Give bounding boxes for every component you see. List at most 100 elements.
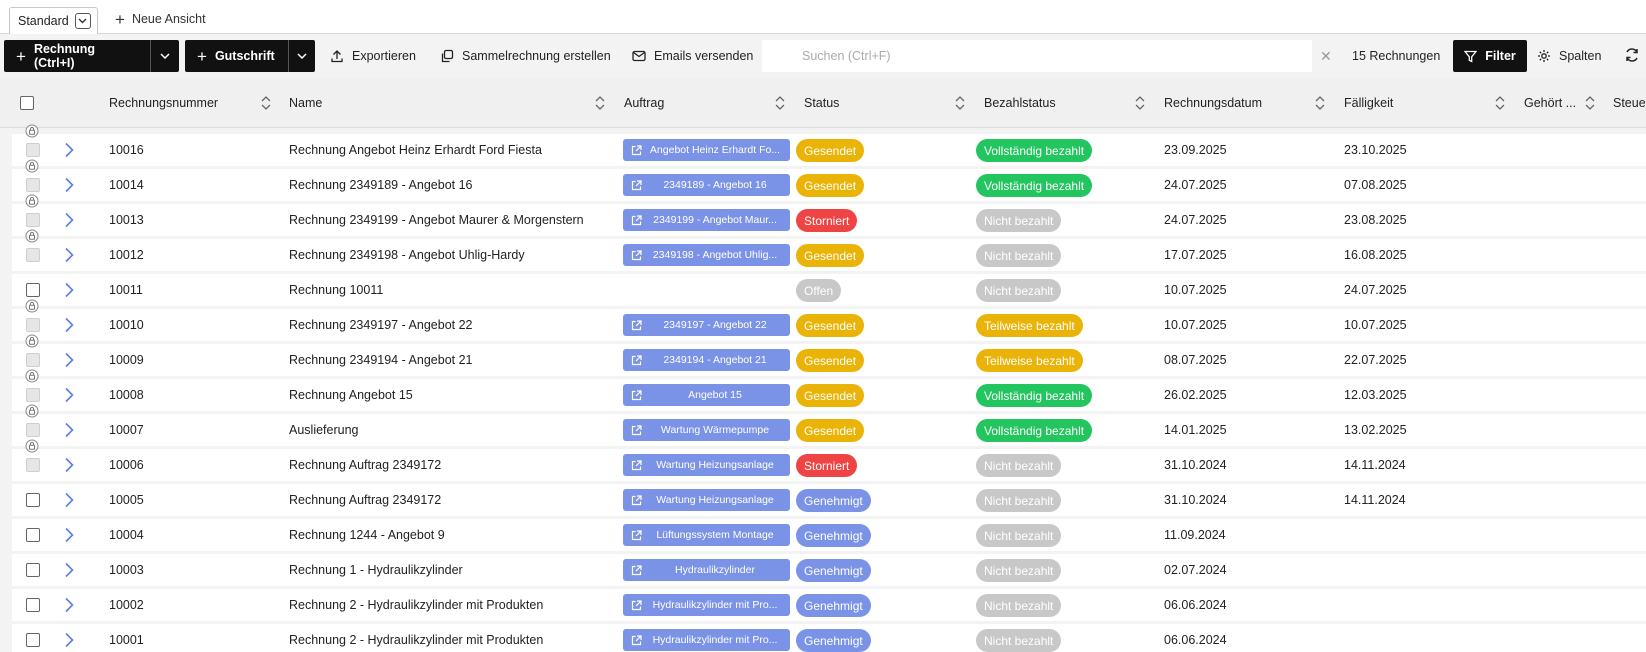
filter-label: Filter xyxy=(1485,49,1516,63)
col-date-header[interactable]: Rechnungsdatum xyxy=(1164,78,1262,128)
table-row[interactable]: 10014 Rechnung 2349189 - Angebot 16 234918… xyxy=(12,169,1646,201)
refresh-icon[interactable] xyxy=(1624,47,1640,63)
sort-icon[interactable] xyxy=(775,95,785,111)
order-link-label: 2349198 - Angebot Uhlig... xyxy=(652,249,778,261)
new-invoice-button[interactable]: + Rechnung (Ctrl+I) xyxy=(4,40,150,72)
order-link[interactable]: 2349199 - Angebot Maur... xyxy=(623,209,790,231)
chevron-right-icon[interactable] xyxy=(64,527,74,543)
table-row[interactable]: 10016 Rechnung Angebot Heinz Erhardt Ford… xyxy=(12,134,1646,166)
invoice-date: 02.07.2024 xyxy=(1164,563,1227,577)
table-row[interactable]: 10010 Rechnung 2349197 - Angebot 22 234919… xyxy=(12,309,1646,341)
upload-icon xyxy=(331,50,343,63)
send-emails-button[interactable]: Emails versenden xyxy=(622,40,763,72)
row-checkbox[interactable] xyxy=(26,598,40,612)
chevron-right-icon[interactable] xyxy=(64,562,74,578)
order-link[interactable]: 2349194 - Angebot 21 xyxy=(623,349,790,371)
col-due-header[interactable]: Fälligkeit xyxy=(1344,78,1393,128)
table-row[interactable]: 10001 Rechnung 2 - Hydraulikzylinder mit … xyxy=(12,624,1646,652)
row-checkbox[interactable] xyxy=(26,633,40,647)
columns-label: Spalten xyxy=(1559,49,1602,63)
order-link[interactable]: Lüftungssystem Montage xyxy=(623,524,790,546)
chevron-down-icon xyxy=(160,53,170,59)
chevron-right-icon[interactable] xyxy=(64,282,74,298)
col-status-header[interactable]: Status xyxy=(804,78,839,128)
tab-standard-label: Standard xyxy=(18,14,69,28)
chevron-right-icon[interactable] xyxy=(64,457,74,473)
export-button[interactable]: Exportieren xyxy=(320,40,426,72)
credit-note-dropdown[interactable] xyxy=(287,40,315,72)
row-checkbox[interactable] xyxy=(26,528,40,542)
col-owner-header[interactable]: Gehört ... xyxy=(1524,78,1576,128)
order-link[interactable]: Hydraulikzylinder mit Pro... xyxy=(623,594,790,616)
order-link[interactable]: Wartung Heizungsanlage xyxy=(623,489,790,511)
order-link[interactable]: 2349197 - Angebot 22 xyxy=(623,314,790,336)
table-row[interactable]: 10003 Rechnung 1 - Hydraulikzylinder Hydra… xyxy=(12,554,1646,586)
chevron-right-icon[interactable] xyxy=(64,177,74,193)
collective-invoice-button[interactable]: Sammelrechnung erstellen xyxy=(430,40,621,72)
invoice-date: 26.02.2025 xyxy=(1164,388,1227,402)
sort-icon[interactable] xyxy=(261,95,271,111)
credit-note-button[interactable]: + Gutschrift xyxy=(185,40,288,72)
table-row[interactable]: 10007 Auslieferung Wartung Wärmepumpe Gesen… xyxy=(12,414,1646,446)
sort-icon[interactable] xyxy=(1585,95,1595,111)
row-checkbox xyxy=(26,213,40,227)
table-row[interactable]: 10012 Rechnung 2349198 - Angebot Uhlig-Ha… xyxy=(12,239,1646,271)
col-tax-header[interactable]: Steue xyxy=(1613,78,1646,128)
chevron-down-icon[interactable] xyxy=(74,13,91,29)
select-all-checkbox[interactable] xyxy=(20,96,34,110)
chevron-right-icon[interactable] xyxy=(64,492,74,508)
table-row[interactable]: 10013 Rechnung 2349199 - Angebot Maurer &… xyxy=(12,204,1646,236)
order-link-label: 2349199 - Angebot Maur... xyxy=(653,214,777,226)
col-payment-header[interactable]: Bezahlstatus xyxy=(984,78,1056,128)
columns-button[interactable]: Spalten xyxy=(1537,40,1601,72)
col-order-header[interactable]: Auftrag xyxy=(624,78,664,128)
chevron-right-icon[interactable] xyxy=(64,247,74,263)
order-link[interactable]: 2349189 - Angebot 16 xyxy=(623,174,790,196)
row-checkbox[interactable] xyxy=(26,283,40,297)
order-link[interactable]: Hydraulikzylinder mit Pro... xyxy=(623,629,790,651)
tab-standard[interactable]: Standard xyxy=(9,7,98,35)
order-link[interactable]: Angebot Heinz Erhardt Fo... xyxy=(623,139,790,161)
clear-search-icon[interactable]: ✕ xyxy=(1320,49,1332,63)
table-row[interactable]: 10011 Rechnung 10011 Offen Nicht bezahlt 10.… xyxy=(12,274,1646,306)
sort-icon[interactable] xyxy=(595,95,605,111)
order-link-label: Hydraulikzylinder mit Pro... xyxy=(652,599,778,611)
col-number-header[interactable]: Rechnungsnummer xyxy=(109,78,218,128)
search-input[interactable] xyxy=(802,49,1302,63)
table-row[interactable]: 10009 Rechnung 2349194 - Angebot 21 234919… xyxy=(12,344,1646,376)
chevron-right-icon[interactable] xyxy=(64,597,74,613)
row-checkbox[interactable] xyxy=(26,563,40,577)
new-view-tab[interactable]: + Neue Ansicht xyxy=(115,9,206,29)
col-name-header[interactable]: Name xyxy=(289,78,322,128)
order-link[interactable]: 2349198 - Angebot Uhlig... xyxy=(623,244,790,266)
order-link[interactable]: Angebot 15 xyxy=(623,384,790,406)
external-link-icon xyxy=(631,144,642,155)
new-invoice-dropdown[interactable] xyxy=(149,40,179,72)
chevron-right-icon[interactable] xyxy=(64,212,74,228)
chevron-right-icon[interactable] xyxy=(64,352,74,368)
order-link[interactable]: Wartung Heizungsanlage xyxy=(623,454,790,476)
sort-icon[interactable] xyxy=(1315,95,1325,111)
table-row[interactable]: 10006 Rechnung Auftrag 2349172 Wartung Hei… xyxy=(12,449,1646,481)
table-row[interactable]: 10004 Rechnung 1244 - Angebot 9 Lüftungssy… xyxy=(12,519,1646,551)
order-link[interactable]: Hydraulikzylinder xyxy=(623,559,790,581)
chevron-right-icon[interactable] xyxy=(64,387,74,403)
row-checkbox-cell xyxy=(26,624,40,652)
row-checkbox[interactable] xyxy=(26,493,40,507)
chevron-right-icon[interactable] xyxy=(64,422,74,438)
invoice-date: 06.06.2024 xyxy=(1164,633,1227,647)
invoice-count: 15 Rechnungen xyxy=(1352,49,1441,63)
table-row[interactable]: 10002 Rechnung 2 - Hydraulikzylinder mit … xyxy=(12,589,1646,621)
invoice-name: Rechnung Angebot 15 xyxy=(289,388,413,402)
sort-icon[interactable] xyxy=(955,95,965,111)
row-checkbox-cell xyxy=(26,484,40,516)
order-link[interactable]: Wartung Wärmepumpe xyxy=(623,419,790,441)
table-row[interactable]: 10005 Rechnung Auftrag 2349172 Wartung Hei… xyxy=(12,484,1646,516)
sort-icon[interactable] xyxy=(1495,95,1505,111)
chevron-right-icon[interactable] xyxy=(64,317,74,333)
chevron-right-icon[interactable] xyxy=(64,632,74,648)
chevron-right-icon[interactable] xyxy=(64,142,74,158)
sort-icon[interactable] xyxy=(1135,95,1145,111)
filter-button[interactable]: Filter xyxy=(1453,40,1527,72)
table-row[interactable]: 10008 Rechnung Angebot 15 Angebot 15 Gesend… xyxy=(12,379,1646,411)
